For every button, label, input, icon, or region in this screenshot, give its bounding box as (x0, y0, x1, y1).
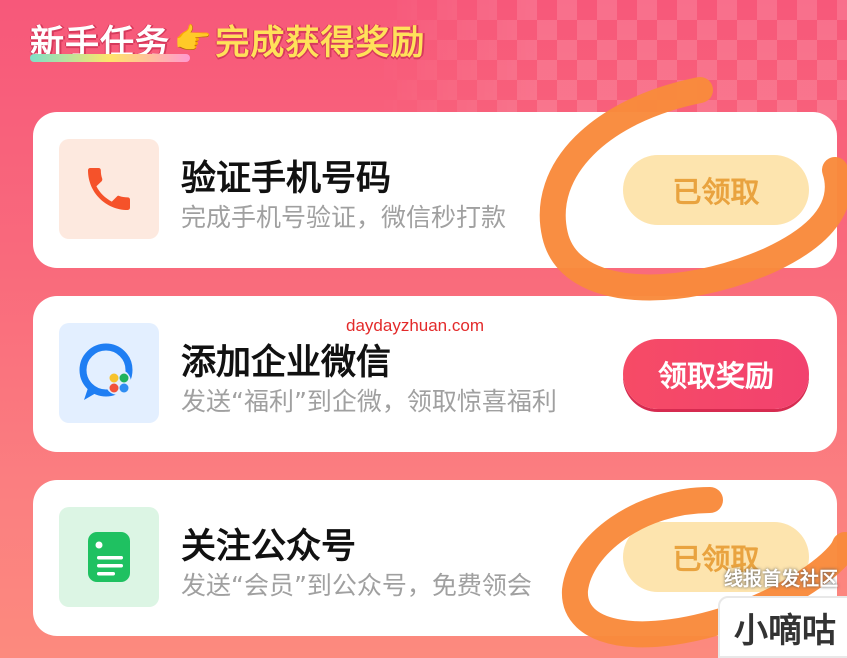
wecom-icon (59, 323, 159, 423)
task-card-follow-account: 关注公众号 发送“会员”到公众号，免费领会 已领取 (33, 480, 837, 636)
corner-watermark-line: 线报首发社区 (724, 568, 839, 590)
document-icon (59, 507, 159, 607)
claim-reward-button[interactable]: 领取奖励 (623, 339, 809, 409)
task-desc: 完成手机号验证，微信秒打款 (181, 203, 507, 232)
task-title: 验证手机号码 (181, 159, 392, 199)
corner-watermark-name: 小嘀咕 (734, 610, 836, 651)
header-underline (30, 54, 190, 62)
task-desc: 发送“福利”到企微，领取惊喜福利 (181, 387, 557, 416)
corner-watermark-box: 小嘀咕 (718, 596, 847, 658)
task-desc: 发送“会员”到公众号，免费领会 (181, 571, 532, 600)
task-title: 添加企业微信 (181, 343, 392, 383)
checker-background (377, 0, 847, 120)
header-title-right: 完成获得奖励 (215, 22, 426, 63)
claimed-button[interactable]: 已领取 (623, 155, 809, 225)
task-card-verify-phone: 验证手机号码 完成手机号验证，微信秒打款 已领取 (33, 112, 837, 268)
pointing-hand-icon: 👉 (174, 21, 212, 57)
phone-icon (59, 139, 159, 239)
watermark-text: daydayzhuan.com (346, 316, 484, 335)
task-title: 关注公众号 (181, 527, 357, 567)
